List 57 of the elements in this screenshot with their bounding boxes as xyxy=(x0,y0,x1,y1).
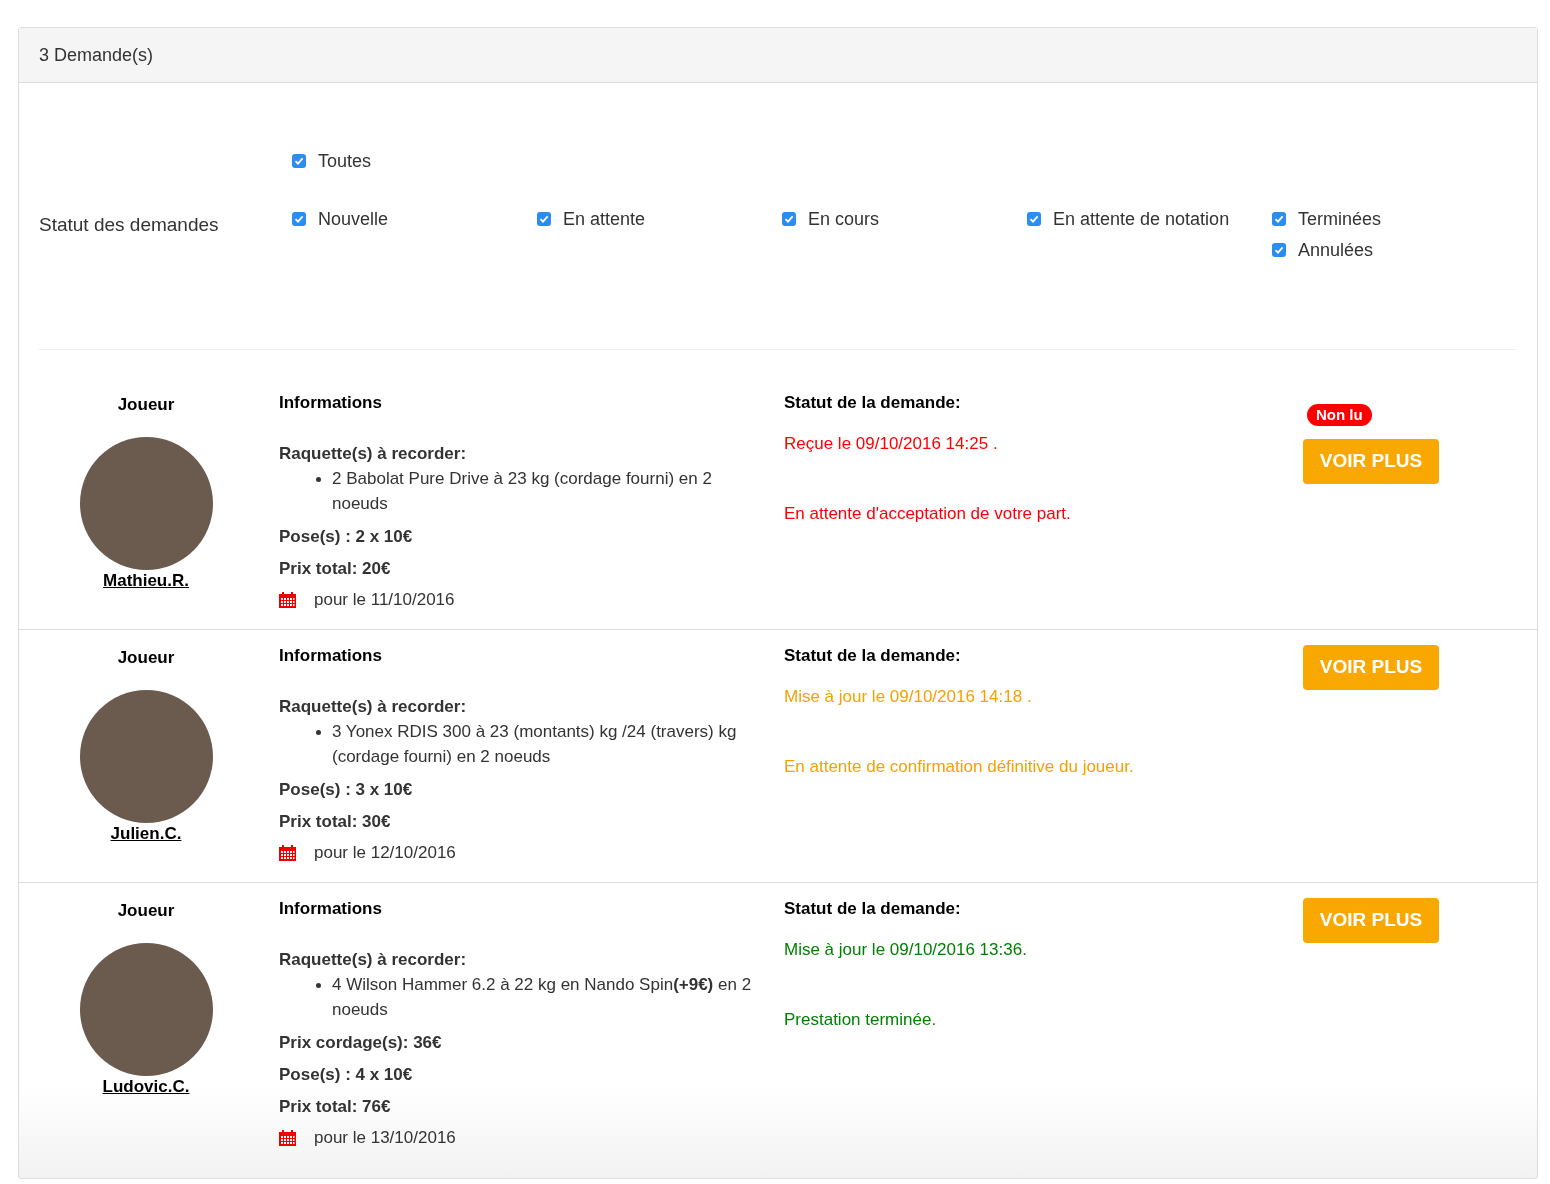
racket-item: 4 Wilson Hammer 6.2 à 22 kg en Nando Spin(+9€) en 2 noeuds xyxy=(332,974,753,1021)
checkbox[interactable] xyxy=(537,212,551,226)
player-link[interactable]: Ludovic.C. xyxy=(102,1075,190,1098)
racket-item: 2 Babolat Pure Drive à 23 kg (cordage fourni) en 2 noeuds xyxy=(332,468,713,515)
checkbox[interactable] xyxy=(292,154,306,168)
due-date: pour le 13/10/2016 xyxy=(314,1127,456,1149)
price-line: Pose(s) : 2 x 10€ xyxy=(279,526,414,548)
checkbox[interactable] xyxy=(1272,212,1286,226)
checkbox[interactable] xyxy=(1272,243,1286,257)
rackets-heading: Raquette(s) à recorder: xyxy=(279,443,468,465)
rackets-heading: Raquette(s) à recorder: xyxy=(279,949,468,971)
column-heading: Joueur xyxy=(117,647,175,669)
player-link[interactable]: Julien.C. xyxy=(110,822,182,845)
filter-checkbox[interactable]: En attente xyxy=(537,207,782,232)
status-message: En attente de confirmation définitive du joueur. xyxy=(784,756,1135,778)
column-heading: Joueur xyxy=(117,900,175,922)
filter-checkbox[interactable]: Annulées xyxy=(1272,238,1517,263)
status-date: Mise à jour le 09/10/2016 14:18 . xyxy=(784,686,1033,708)
unread-badge: Non lu xyxy=(1307,404,1372,426)
calendar-icon xyxy=(279,845,296,861)
column-heading: Informations xyxy=(279,645,383,667)
column-heading: Informations xyxy=(279,392,383,414)
column-heading: Informations xyxy=(279,898,383,920)
checkbox[interactable] xyxy=(1027,212,1041,226)
racket-item: 3 Yonex RDIS 300 à 23 (montants) kg /24 (travers) kg (cordage fourni) en 2 noeuds xyxy=(332,721,738,768)
column-heading: Statut de la demande: xyxy=(784,645,962,667)
price-line: Pose(s) : 3 x 10€ xyxy=(279,779,414,801)
filter-checkbox[interactable]: En attente de notation xyxy=(1027,207,1272,232)
bullet-icon xyxy=(316,983,321,988)
rackets-heading: Raquette(s) à recorder: xyxy=(279,696,468,718)
price-line: Prix total: 76€ xyxy=(279,1096,392,1118)
status-date: Reçue le 09/10/2016 14:25 . xyxy=(784,433,999,455)
column-heading: Statut de la demande: xyxy=(784,898,962,920)
filter-checkbox[interactable]: Nouvelle xyxy=(292,207,537,232)
filter-checkbox[interactable]: Toutes xyxy=(292,149,1517,174)
filter-checkbox[interactable]: Terminées xyxy=(1272,207,1517,232)
calendar-icon xyxy=(279,1130,296,1146)
bullet-icon xyxy=(316,730,321,735)
checkbox[interactable] xyxy=(782,212,796,226)
due-date: pour le 12/10/2016 xyxy=(314,842,456,864)
filter-checkbox[interactable]: En cours xyxy=(782,207,1027,232)
due-date: pour le 11/10/2016 xyxy=(314,589,455,611)
column-heading: Statut de la demande: xyxy=(784,392,962,414)
panel-title: 3 Demande(s) xyxy=(39,43,154,67)
column-heading: Joueur xyxy=(117,394,175,416)
price-line: Pose(s) : 4 x 10€ xyxy=(279,1064,414,1086)
status-date: Mise à jour le 09/10/2016 13:36. xyxy=(784,939,1028,961)
price-line: Prix cordage(s): 36€ xyxy=(279,1032,443,1054)
filter-label: Statut des demandes xyxy=(39,214,219,235)
player-link[interactable]: Mathieu.R. xyxy=(103,569,189,592)
price-line: Prix total: 30€ xyxy=(279,811,392,833)
status-message: En attente d'acceptation de votre part. xyxy=(784,503,1072,525)
checkbox[interactable] xyxy=(292,212,306,226)
price-line: Prix total: 20€ xyxy=(279,558,392,580)
calendar-icon xyxy=(279,592,296,608)
bullet-icon xyxy=(316,477,321,482)
status-message: Prestation terminée. xyxy=(784,1009,938,1031)
